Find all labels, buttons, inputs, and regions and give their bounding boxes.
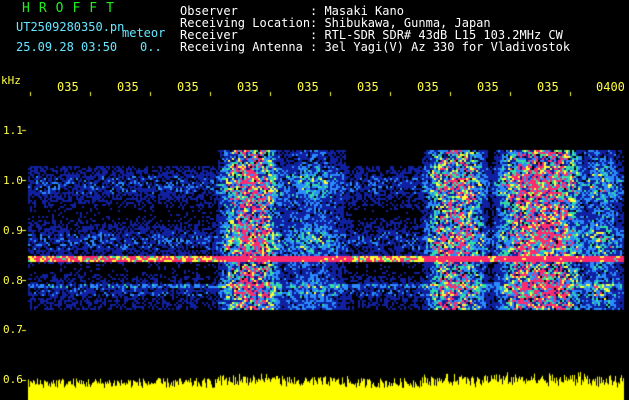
mode-label: meteor bbox=[122, 26, 166, 40]
filename-label: UT2509280350.pn bbox=[16, 20, 125, 34]
freq-tick: 0.6 bbox=[3, 373, 23, 386]
time-label: 035 bbox=[477, 80, 499, 94]
time-label: 035 bbox=[537, 80, 559, 94]
time-label: 035 bbox=[297, 80, 319, 94]
time-label: 035 bbox=[417, 80, 439, 94]
time-label: 035 bbox=[117, 80, 139, 94]
freq-tick: 0.9 bbox=[3, 224, 23, 237]
freq-tick: 1.1 bbox=[3, 124, 23, 137]
freq-tick: 0.8 bbox=[3, 274, 23, 287]
freq-tick: 0.7 bbox=[3, 323, 23, 336]
freq-tick: 1.0 bbox=[3, 174, 23, 187]
antenna-label: Receiving Antenna bbox=[180, 40, 303, 54]
time-label: 035 bbox=[357, 80, 379, 94]
antenna-value: : 3el Yagi(V) Az 330 for Vladivostok bbox=[310, 40, 571, 54]
unit-label: kHz bbox=[1, 74, 21, 87]
time-label: 0400 bbox=[596, 80, 625, 94]
time-label: 035 bbox=[177, 80, 199, 94]
counter-label: 0.. bbox=[140, 40, 162, 54]
time-label: 035 bbox=[57, 80, 79, 94]
datetime-label: 25.09.28 03:50 bbox=[16, 40, 118, 54]
time-label: 035 bbox=[237, 80, 259, 94]
app-title: HROFFT bbox=[22, 1, 123, 16]
spectrogram-canvas bbox=[0, 0, 629, 400]
